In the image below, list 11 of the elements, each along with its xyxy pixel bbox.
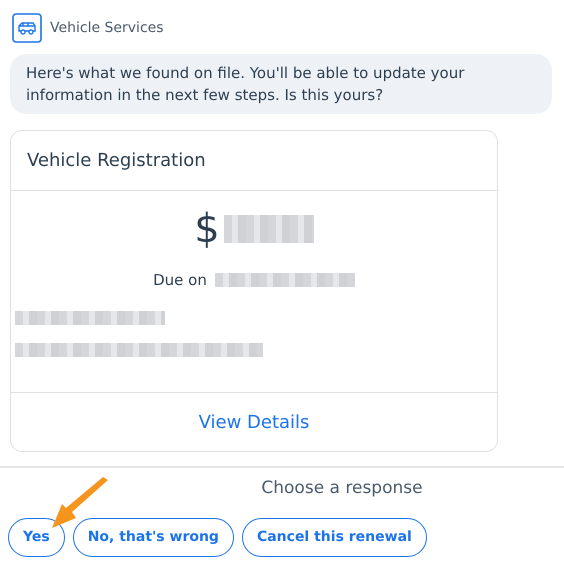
prompt-text: Choose a response bbox=[261, 478, 423, 498]
amount-symbol: $ bbox=[194, 205, 220, 253]
response-button[interactable]: Cancel this renewal bbox=[242, 518, 427, 556]
chat-message: Here's what we found on file. You'll be able to update your information in the next few steps. Is this yours? bbox=[10, 54, 552, 114]
view-details-link[interactable]: View Details bbox=[198, 412, 310, 433]
card-title: Vehicle Registration bbox=[27, 150, 206, 171]
car-icon bbox=[12, 13, 42, 43]
due-label: Due on bbox=[153, 270, 207, 291]
service-name: Vehicle Services bbox=[50, 18, 164, 38]
response-button[interactable]: No, that's wrong bbox=[72, 518, 234, 556]
response-button[interactable]: Yes bbox=[8, 518, 65, 556]
